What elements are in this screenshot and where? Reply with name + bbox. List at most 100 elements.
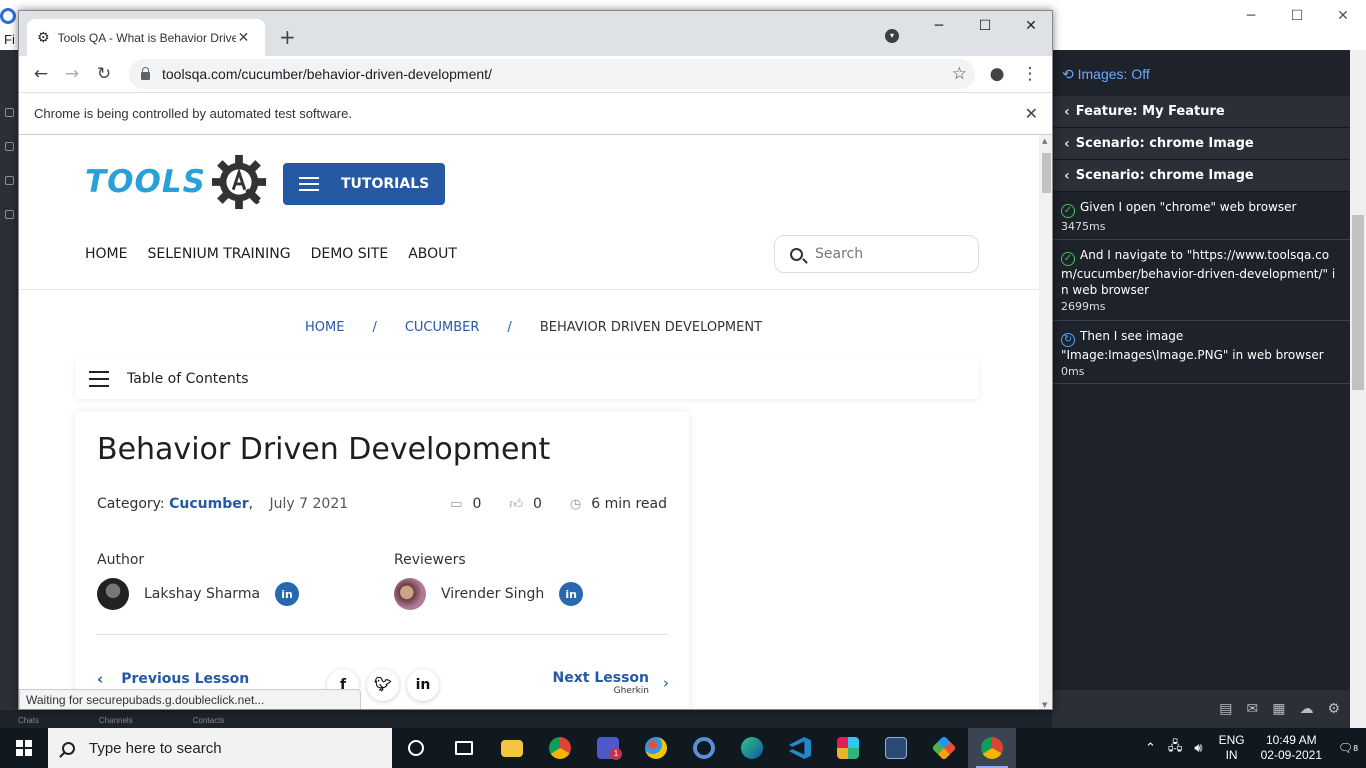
check-icon: ✓	[1061, 252, 1075, 266]
channels-label[interactable]: Channels	[99, 716, 133, 725]
tab-search-icon[interactable]: ▾	[885, 29, 899, 43]
step-item[interactable]: ✓ Given I open "chrome" web browser 3475m…	[1052, 192, 1350, 240]
card-divider	[97, 634, 667, 635]
slack-icon[interactable]	[824, 728, 872, 768]
scrollbar-thumb[interactable]	[1352, 215, 1364, 390]
images-toggle[interactable]: ⟲ Images: Off	[1062, 66, 1150, 83]
bookmark-star-icon[interactable]: ☆	[952, 64, 967, 84]
chats-label[interactable]: Chats	[18, 716, 39, 725]
app-icon[interactable]	[680, 728, 728, 768]
teams-icon[interactable]: 1	[584, 728, 632, 768]
infobar-close-icon[interactable]: ✕	[1025, 104, 1038, 123]
forward-icon[interactable]: →	[60, 62, 84, 86]
tool-icon[interactable]	[872, 728, 920, 768]
breadcrumb-home[interactable]: HOME	[305, 320, 344, 335]
spinner-icon: ↻	[1061, 333, 1075, 347]
page-scrollbar[interactable]: ▲ ▼	[1039, 135, 1052, 709]
paint-icon[interactable]	[632, 728, 680, 768]
task-view-icon[interactable]	[440, 728, 488, 768]
comments-stat[interactable]: ▭ 0	[450, 496, 481, 512]
linkedin-icon[interactable]: in	[559, 582, 584, 606]
volume-icon[interactable]: 🔊︎	[1194, 741, 1202, 756]
scroll-down-icon[interactable]: ▼	[1042, 701, 1047, 709]
breadcrumb-cucumber[interactable]: CUCUMBER	[405, 320, 480, 335]
back-icon[interactable]: ←	[29, 62, 53, 86]
lock-icon[interactable]	[141, 67, 150, 80]
git-icon[interactable]	[920, 728, 968, 768]
linkedin-icon[interactable]: in	[275, 582, 300, 606]
tab-close-icon[interactable]: ✕	[238, 30, 250, 46]
app-logo-icon	[0, 8, 16, 24]
edge-icon[interactable]	[728, 728, 776, 768]
profile-icon[interactable]: ●	[985, 62, 1009, 86]
chrome-menu-icon[interactable]: ⋮	[1018, 62, 1042, 86]
nav-about[interactable]: ABOUT	[408, 246, 457, 262]
background-scrollbar[interactable]	[1350, 50, 1366, 728]
step-item[interactable]: ✓ And I navigate to "https://www.toolsqa.…	[1052, 240, 1350, 321]
reviewer: Virender Singh in	[394, 578, 584, 610]
chevron-up-icon[interactable]: ⌃	[1145, 741, 1156, 756]
next-lesson-link[interactable]: Next Lesson Gherkin ›	[553, 670, 669, 696]
scenario-header[interactable]: ‹ Scenario: chrome Image	[1052, 128, 1350, 160]
close-icon[interactable]: ✕	[1320, 0, 1366, 32]
twitter-icon[interactable]: 🐦︎	[367, 669, 399, 701]
table-icon[interactable]: ▦	[1272, 701, 1285, 717]
language-indicator[interactable]: ENG IN	[1219, 733, 1245, 763]
likes-stat[interactable]: 👍︎ 0	[509, 496, 542, 512]
read-time: 6 min read	[591, 496, 667, 512]
nav-demo-site[interactable]: DEMO SITE	[311, 246, 389, 262]
scrollbar-thumb[interactable]	[1042, 153, 1051, 193]
address-bar[interactable]: toolsqa.com/cucumber/behavior-driven-dev…	[129, 59, 975, 89]
minimize-icon[interactable]: ─	[1228, 0, 1274, 32]
notes-icon[interactable]: ▤	[1219, 701, 1232, 717]
clock-time: 10:49 AM	[1265, 733, 1317, 747]
minimize-icon[interactable]: ─	[916, 11, 962, 41]
contacts-label[interactable]: Contacts	[193, 716, 225, 725]
tutorials-button[interactable]: TUTORIALS	[283, 163, 445, 205]
reload-icon[interactable]: ↻	[92, 62, 116, 86]
taskbar-search-box[interactable]: Type here to search	[48, 728, 392, 768]
cloud-icon[interactable]: ☁	[1299, 701, 1313, 717]
maximize-icon[interactable]: ☐	[1274, 0, 1320, 32]
browser-tab[interactable]: ⚙ Tools QA - What is Behavior Driven Dev…	[27, 19, 265, 56]
test-steps-panel: ⟲ Images: Off ‹ Feature: My Feature ‹ Scen…	[1052, 50, 1350, 710]
chrome-active-icon[interactable]	[968, 728, 1016, 768]
cortana-icon[interactable]	[392, 728, 440, 768]
url-text[interactable]: toolsqa.com/cucumber/behavior-driven-dev…	[162, 66, 492, 82]
linkedin-share-icon[interactable]: in	[407, 669, 439, 701]
table-of-contents-toggle[interactable]: Table of Contents	[75, 358, 979, 399]
clock[interactable]: 10:49 AM 02-09-2021	[1261, 733, 1322, 763]
network-icon[interactable]: 🖧︎	[1168, 737, 1183, 759]
windows-taskbar: Type here to search 1 ⌃ 🖧︎ 🔊︎ ENG IN 10:4…	[0, 728, 1366, 768]
file-menu[interactable]: Fi	[4, 32, 15, 47]
feature-header[interactable]: ‹ Feature: My Feature	[1052, 96, 1350, 128]
sidebar-icon[interactable]	[5, 108, 14, 117]
article-card: Behavior Driven Development Category: Cu…	[75, 412, 689, 709]
notification-center[interactable]: 🗨︎ 8	[1330, 741, 1366, 755]
browser-toolbar: ← → ↻ toolsqa.com/cucumber/behavior-driv…	[19, 56, 1052, 92]
sidebar-icon[interactable]	[5, 210, 14, 219]
vscode-icon[interactable]	[776, 728, 824, 768]
toolsqa-logo[interactable]: TOOLS	[85, 153, 268, 211]
chevron-left-icon: ‹	[97, 670, 104, 688]
refresh-icon: ⟲	[1062, 66, 1074, 82]
chrome-icon[interactable]	[536, 728, 584, 768]
chevron-right-icon: ›	[663, 674, 669, 692]
sidebar-icon[interactable]	[5, 142, 14, 151]
maximize-icon[interactable]: ☐	[962, 11, 1008, 41]
close-icon[interactable]: ✕	[1008, 11, 1052, 41]
nav-home[interactable]: HOME	[85, 246, 127, 262]
gear-icon[interactable]: ⚙	[1327, 701, 1340, 717]
file-explorer-icon[interactable]	[488, 728, 536, 768]
new-tab-button[interactable]: +	[279, 25, 296, 49]
previous-lesson-link[interactable]: ‹ Previous Lesson	[97, 670, 249, 688]
site-search-input[interactable]: Search	[774, 235, 979, 273]
step-item[interactable]: ↻ Then I see image "Image:Images\Image.PN…	[1052, 321, 1350, 384]
category-link[interactable]: Cucumber	[169, 496, 249, 512]
sidebar-icon[interactable]	[5, 176, 14, 185]
scenario-header[interactable]: ‹ Scenario: chrome Image	[1052, 160, 1350, 192]
nav-selenium-training[interactable]: SELENIUM TRAINING	[147, 246, 290, 262]
scroll-up-icon[interactable]: ▲	[1042, 137, 1047, 145]
start-button[interactable]	[0, 728, 48, 768]
mail-icon[interactable]: ✉	[1246, 701, 1258, 717]
